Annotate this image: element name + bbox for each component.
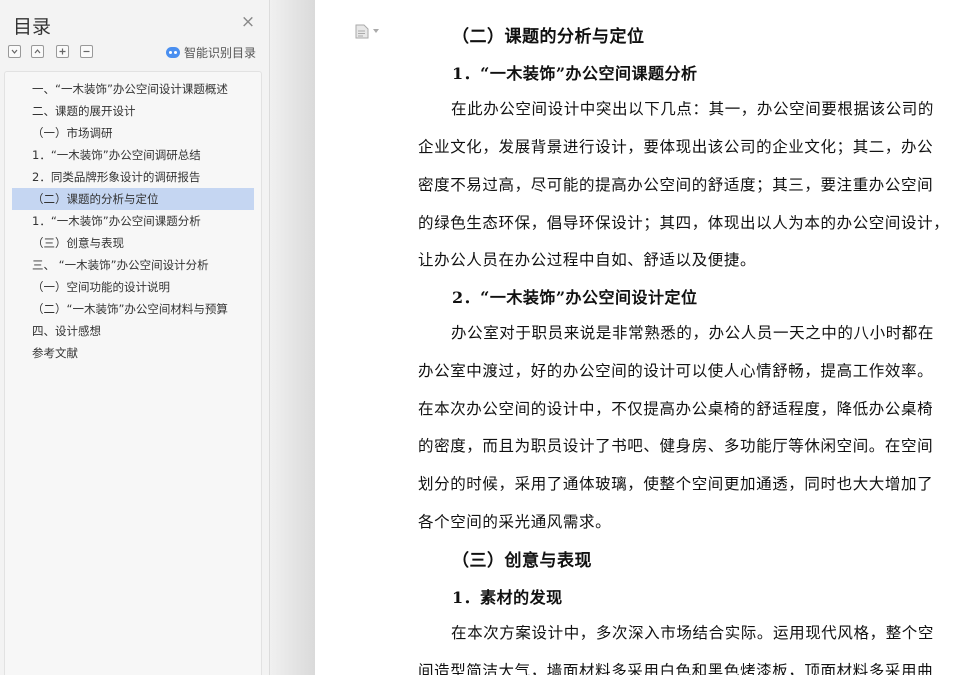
paragraph-line: 密度不易过高，尽可能的提高办公空间的舒适度；其三，要注重办公空间 [418,176,934,194]
ai-icon [166,47,180,58]
section-heading: （三）创意与表现 [452,551,592,571]
toc-item[interactable]: 1．“一木装饰”办公空间课题分析 [12,210,254,232]
toc-list: 一、“一木装饰”办公空间设计课题概述 二、课题的展开设计 （一）市场调研 1．“… [4,71,262,675]
paragraph-line: 办公室中渡过，好的办公空间的设计可以使人心情舒畅，提高工作效率。 [418,362,934,380]
document-page[interactable]: （二）课题的分析与定位 1．“一木装饰”办公空间课题分析 在此办公空间设计中突出… [315,0,980,675]
paragraph-line: 在本次办公空间的设计中，不仅提高办公桌椅的舒适程度，降低办公桌椅 [418,400,934,418]
smart-toc-label: 智能识别目录 [184,46,257,60]
remove-level-icon[interactable] [80,45,93,58]
document-icon[interactable] [355,24,379,39]
paragraph-line: 的密度，而且为职员设计了书吧、健身房、多功能厅等休闲空间。在空间 [418,437,934,455]
toc-item[interactable]: 三、 “一木装饰”办公空间设计分析 [12,254,254,276]
subsection-heading: 2．“一木装饰”办公空间设计定位 [452,288,698,307]
paragraph-line: 在此办公空间设计中突出以下几点：其一，办公空间要根据该公司的 [451,100,935,118]
toc-item[interactable]: 参考文献 [12,342,254,364]
paragraph-line: 划分的时候，采用了通体玻璃，使整个空间更加通透，同时也大大增加了 [418,475,934,493]
toc-item-selected[interactable]: （二）课题的分析与定位 [12,188,254,210]
toc-item[interactable]: （三）创意与表现 [12,232,254,254]
paragraph-line: 间造型简洁大气，墙面材料多采用白色和黑色烤漆板，顶面材料多采用曲 [418,662,934,675]
paragraph-line: 各个空间的采光通风需求。 [418,513,612,531]
toc-item[interactable]: （二）“一木装饰”办公空间材料与预算 [12,298,254,320]
paragraph-line: 在本次方案设计中，多次深入市场结合实际。运用现代风格，整个空 [451,624,935,642]
toc-item[interactable]: 四、设计感想 [12,320,254,342]
toc-panel: 目录 × 智能识别目录 一、“一木装饰”办公空间设计课题概述 二、课题的展开设计… [0,0,270,675]
close-icon[interactable]: × [240,14,256,31]
subsection-heading: 1．“一木装饰”办公空间课题分析 [452,64,698,83]
toc-item[interactable]: 2．同类品牌形象设计的调研报告 [12,166,254,188]
paragraph-line: 的绿色生态环保，倡导环保设计；其四，体现出以人为本的办公空间设计， [418,214,950,232]
paragraph-line: 办公室对于职员来说是非常熟悉的，办公人员一天之中的八小时都在 [451,324,935,342]
panel-separator [270,0,315,675]
smart-toc-button[interactable]: 智能识别目录 [166,44,256,61]
add-level-icon[interactable] [56,45,69,58]
paragraph-line: 企业文化，发展背景进行设计，要体现出该公司的企业文化；其二，办公 [418,138,934,156]
toc-item[interactable]: （一）市场调研 [12,122,254,144]
collapse-all-icon[interactable] [31,45,44,58]
toc-item[interactable]: 二、课题的展开设计 [12,100,254,122]
toc-item[interactable]: 一、“一木装饰”办公空间设计课题概述 [12,78,254,100]
toc-title: 目录 [13,16,52,38]
expand-all-icon[interactable] [8,45,21,58]
subsection-heading: 1．素材的发现 [452,588,563,607]
paragraph-line: 让办公人员在办公过程中自如、舒适以及便捷。 [418,251,757,269]
section-heading: （二）课题的分析与定位 [452,27,645,47]
toc-item[interactable]: 1．“一木装饰”办公空间调研总结 [12,144,254,166]
toc-item[interactable]: （一）空间功能的设计说明 [12,276,254,298]
